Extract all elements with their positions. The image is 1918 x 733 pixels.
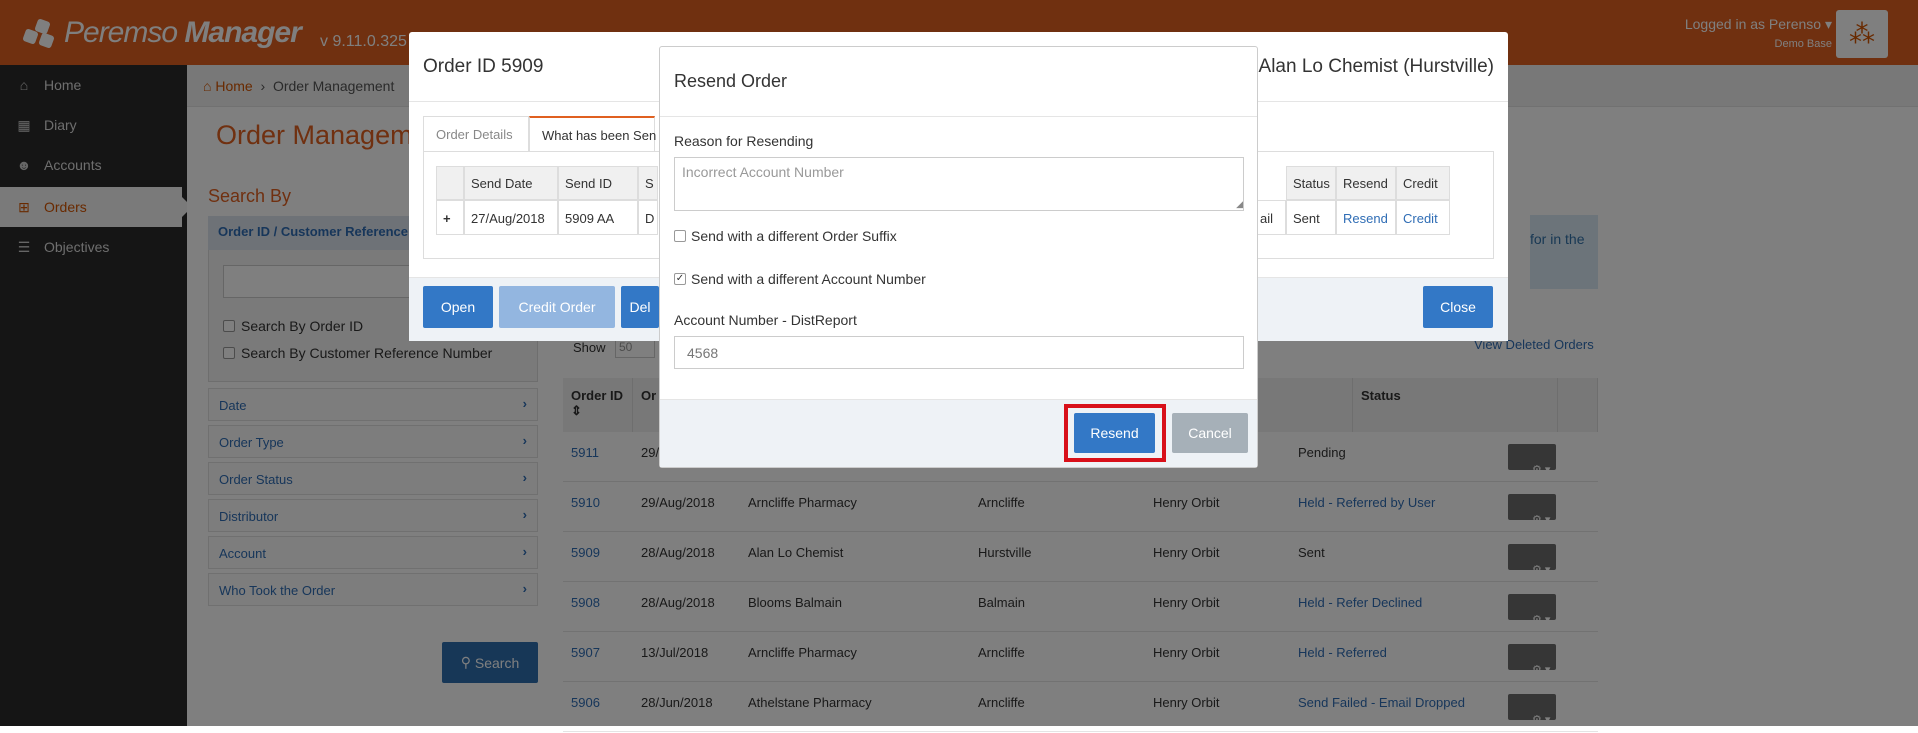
column-header-expand [436,166,464,200]
s-cell: D [638,200,658,235]
resend-link[interactable]: Resend [1336,200,1396,235]
reason-textarea[interactable]: Incorrect Account Number [674,157,1244,211]
order-modal-title: Order ID 5909 [423,56,544,77]
account-number-input[interactable]: 4568 [674,336,1244,369]
tab-what-has-been-sent[interactable]: What has been Sen [529,116,656,152]
send-id-cell: 5909 AA [558,200,638,235]
column-header-s: S [638,166,658,200]
resend-order-modal: Resend Order Reason for Resending Incorr… [659,46,1258,468]
account-number-label: Account Number - DistReport [674,312,857,328]
credit-link[interactable]: Credit [1396,200,1450,235]
checkbox-label: Send with a different Order Suffix [691,228,897,244]
credit-order-button[interactable]: Credit Order [499,286,615,328]
close-button[interactable]: Close [1423,286,1493,328]
different-account-number-checkbox[interactable]: ✓ Send with a different Account Number [674,271,926,287]
checkbox-label: Send with a different Account Number [691,271,926,287]
column-header-resend: Resend [1336,166,1396,200]
column-header-status: Status [1286,166,1336,200]
column-header-send-id: Send ID [558,166,638,200]
open-button[interactable]: Open [423,286,493,328]
different-order-suffix-checkbox[interactable]: Send with a different Order Suffix [674,228,897,244]
resend-modal-title: Resend Order [674,71,788,91]
checkbox[interactable] [674,230,686,242]
column-header-send-date: Send Date [464,166,558,200]
reason-label: Reason for Resending [674,133,814,149]
tab-order-details[interactable]: Order Details [423,116,529,152]
resize-handle-icon[interactable]: ◢ [1236,199,1243,210]
expand-row-button[interactable]: + [436,200,464,235]
resend-modal-footer [660,399,1257,467]
checkbox[interactable]: ✓ [674,273,686,285]
order-modal-customer: Alan Lo Chemist (Hurstville) [1258,56,1494,77]
column-header-credit: Credit [1396,166,1450,200]
status-cell: Sent [1286,200,1336,235]
method-cell: ail [1254,200,1286,235]
resend-button[interactable]: Resend [1074,413,1155,453]
cancel-button[interactable]: Cancel [1172,413,1248,453]
send-date-cell: 27/Aug/2018 [464,200,558,235]
delete-button[interactable]: Del [621,286,659,328]
